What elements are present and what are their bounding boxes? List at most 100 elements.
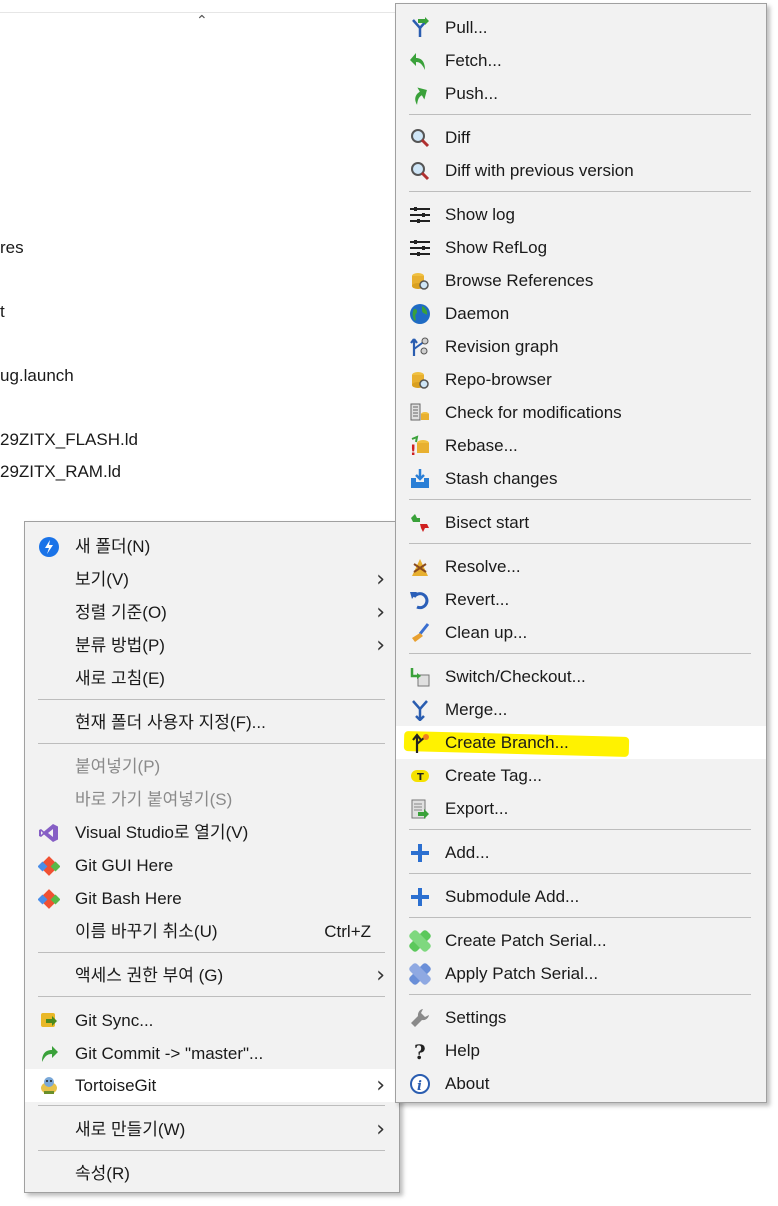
menu-item-customize-folder[interactable]: 현재 폴더 사용자 지정(F)... [25,706,399,739]
log-icon [409,204,431,226]
file-item[interactable]: 29ZITX_FLASH.ld [0,430,138,450]
menu-item-paste[interactable]: 붙여넣기(P) [25,750,399,783]
file-item[interactable]: ug.launch [0,366,74,386]
switch-checkout-icon [409,666,431,688]
menu-separator [38,1105,385,1106]
plus-icon [409,886,431,908]
chevron-right-icon: › [376,1073,385,1098]
rebase-icon: ! [409,435,431,457]
svg-text:i: i [417,1079,422,1094]
file-explorer-list: ⌃ res t ug.launch 29ZITX_FLASH.ld 29ZITX… [0,0,400,520]
menu-item-git-commit[interactable]: Git Commit -> "master"... [25,1037,399,1070]
create-branch-icon [409,732,431,754]
menu-item-browse-references[interactable]: Browse References [396,264,766,297]
file-item[interactable]: 29ZITX_RAM.ld [0,462,121,482]
svg-text:?: ? [414,1040,426,1062]
reflog-icon [409,237,431,259]
menu-item-pull[interactable]: Pull... [396,11,766,44]
magnifier-icon [409,127,431,149]
menu-item-revision-graph[interactable]: Revision graph [396,330,766,363]
menu-item-about[interactable]: i About [396,1067,766,1100]
menu-item-check-modifications[interactable]: Check for modifications [396,396,766,429]
menu-item-bisect[interactable]: Bisect start [396,506,766,539]
file-item[interactable]: t [0,302,5,322]
fetch-icon [409,50,431,72]
menu-item-help[interactable]: ? Help [396,1034,766,1067]
git-sync-icon [38,1010,60,1032]
menu-item-create-branch[interactable]: Create Branch... [396,726,766,759]
menu-separator [409,994,751,995]
menu-item-sort-by[interactable]: 정렬 기준(O) › [25,596,399,629]
menu-separator [409,873,751,874]
menu-item-merge[interactable]: Merge... [396,693,766,726]
menu-item-create-tag[interactable]: T Create Tag... [396,759,766,792]
help-icon: ? [409,1040,431,1062]
menu-item-apply-patch[interactable]: Apply Patch Serial... [396,957,766,990]
menu-item-refresh[interactable]: 새로 고침(E) [25,662,399,695]
database-icon [409,270,431,292]
explorer-context-menu: 새 폴더(N) 보기(V) › 정렬 기준(O) › 분류 방법(P) › 새로… [24,521,400,1193]
menu-item-switch-checkout[interactable]: Switch/Checkout... [396,660,766,693]
menu-item-push[interactable]: Push... [396,77,766,110]
menu-separator [38,743,385,744]
menu-item-show-log[interactable]: Show log [396,198,766,231]
menu-item-diff[interactable]: Diff [396,121,766,154]
tortoisegit-icon [38,1075,60,1097]
menu-item-git-bash-here[interactable]: Git Bash Here [25,882,399,915]
plus-icon [409,842,431,864]
database-icon [409,369,431,391]
menu-item-rebase[interactable]: ! Rebase... [396,429,766,462]
menu-item-daemon[interactable]: Daemon [396,297,766,330]
menu-item-new-folder[interactable]: 새 폴더(N) [25,530,399,563]
globe-icon [409,303,431,325]
chevron-right-icon: › [376,1117,385,1142]
menu-item-new[interactable]: 새로 만들기(W) › [25,1113,399,1146]
menu-item-git-gui-here[interactable]: Git GUI Here [25,849,399,882]
menu-item-resolve[interactable]: Resolve... [396,550,766,583]
menu-item-settings[interactable]: Settings [396,1001,766,1034]
revision-graph-icon [409,336,431,358]
wrench-icon [409,1007,431,1029]
menu-item-fetch[interactable]: Fetch... [396,44,766,77]
tag-icon: T [409,765,431,787]
menu-item-export[interactable]: Export... [396,792,766,825]
menu-item-add[interactable]: Add... [396,836,766,869]
menu-item-tortoisegit[interactable]: TortoiseGit › [25,1069,399,1102]
menu-item-stash[interactable]: Stash changes [396,462,766,495]
menu-item-open-visual-studio[interactable]: Visual Studio로 열기(V) [25,816,399,849]
menu-item-show-reflog[interactable]: Show RefLog [396,231,766,264]
pull-icon [409,17,431,39]
chevron-right-icon: › [376,600,385,625]
sort-caret-icon[interactable]: ⌃ [196,12,208,29]
push-icon [409,83,431,105]
merge-icon [409,699,431,721]
menu-item-group-by[interactable]: 분류 방법(P) › [25,629,399,662]
menu-item-repo-browser[interactable]: Repo-browser [396,363,766,396]
info-icon: i [409,1073,431,1095]
tortoisegit-submenu: Pull... Fetch... Push... Diff Diff with … [395,3,767,1103]
git-gui-icon [38,855,60,877]
menu-separator [38,699,385,700]
menu-separator [38,1150,385,1151]
menu-separator [409,543,751,544]
menu-item-revert[interactable]: Revert... [396,583,766,616]
menu-item-view[interactable]: 보기(V) › [25,563,399,596]
menu-item-submodule-add[interactable]: Submodule Add... [396,880,766,913]
menu-item-properties[interactable]: 속성(R) [25,1157,399,1190]
menu-item-cleanup[interactable]: Clean up... [396,616,766,649]
chevron-right-icon: › [376,633,385,658]
undo-shortcut-text: Ctrl+Z [324,922,371,941]
file-item[interactable]: res [0,238,24,258]
menu-item-create-patch[interactable]: Create Patch Serial... [396,924,766,957]
menu-item-give-access[interactable]: 액세스 권한 부여 (G) › [25,959,399,992]
menu-separator [409,829,751,830]
menu-item-git-sync[interactable]: Git Sync... [25,1004,399,1037]
menu-item-paste-shortcut[interactable]: 바로 가기 붙여넣기(S) [25,783,399,816]
menu-separator [409,653,751,654]
svg-text:!: ! [410,443,416,457]
broom-icon [409,622,431,644]
visual-studio-icon [38,822,60,844]
menu-item-diff-previous[interactable]: Diff with previous version [396,154,766,187]
git-commit-icon [38,1043,60,1065]
menu-item-undo-rename[interactable]: 이름 바꾸기 취소(U) Ctrl+Z [25,915,399,948]
